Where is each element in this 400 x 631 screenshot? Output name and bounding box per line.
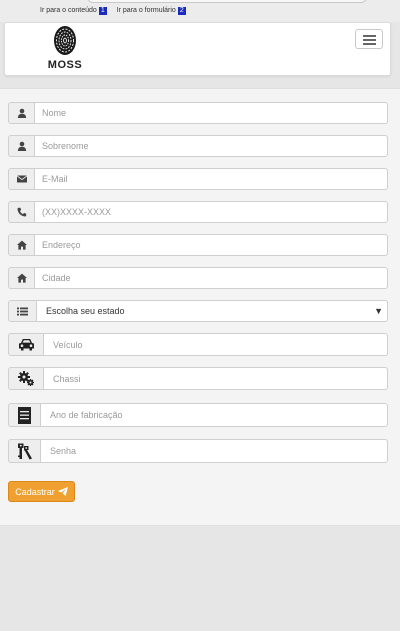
- email-group: [8, 168, 388, 190]
- site-header: MOSS: [4, 22, 391, 76]
- top-search-bar[interactable]: [87, 0, 367, 3]
- estado-selected-value: Escolha seu estado: [36, 300, 388, 322]
- senha-group: [8, 439, 388, 463]
- menu-bar-icon: [363, 35, 376, 37]
- sobrenome-input[interactable]: [34, 135, 388, 157]
- endereco-group: [8, 234, 388, 256]
- veiculo-group: [8, 333, 388, 356]
- nome-input[interactable]: [34, 102, 388, 124]
- paper-plane-icon: [57, 487, 68, 496]
- keys-icon: [8, 439, 40, 463]
- logo-text: MOSS: [47, 59, 83, 71]
- ano-fabricacao-input[interactable]: [40, 403, 388, 427]
- cadastrar-button[interactable]: Cadastrar: [8, 481, 75, 502]
- cidade-group: [8, 267, 388, 289]
- skip-form-key: 2: [177, 7, 186, 15]
- menu-bar-icon: [363, 43, 376, 45]
- nome-group: [8, 102, 388, 124]
- menu-bar-icon: [363, 39, 376, 41]
- skip-links: Ir para o conteúdo 1 Ir para o formulário…: [40, 7, 194, 15]
- estado-select[interactable]: Escolha seu estado ▼: [36, 300, 388, 322]
- envelope-icon: [8, 168, 34, 190]
- user-icon: [8, 135, 34, 157]
- telefone-input[interactable]: [34, 201, 388, 223]
- chevron-down-icon: ▼: [374, 306, 383, 316]
- car-icon: [8, 333, 43, 356]
- telefone-group: [8, 201, 388, 223]
- accessibility-bar: Ir para o conteúdo 1 Ir para o formulário…: [0, 0, 400, 22]
- cadastrar-label: Cadastrar: [15, 486, 55, 497]
- gears-icon: [8, 367, 43, 390]
- endereco-input[interactable]: [34, 234, 388, 256]
- list-icon: [8, 300, 36, 322]
- chassi-input[interactable]: [43, 367, 388, 390]
- sobrenome-group: [8, 135, 388, 157]
- home-icon: [8, 234, 34, 256]
- ano-group: [8, 403, 388, 427]
- home-icon: [8, 267, 34, 289]
- hamburger-menu-button[interactable]: [355, 29, 383, 49]
- fingerprint-logo-icon: [54, 26, 76, 55]
- skip-to-form-link[interactable]: Ir para o formulário 2: [117, 7, 186, 15]
- user-icon: [8, 102, 34, 124]
- calendar-icon: [8, 403, 40, 427]
- estado-group: Escolha seu estado ▼: [8, 300, 388, 322]
- email-input[interactable]: [34, 168, 388, 190]
- chassi-group: [8, 367, 388, 390]
- cidade-input[interactable]: [34, 267, 388, 289]
- logo[interactable]: MOSS: [45, 25, 85, 73]
- skip-content-key: 1: [98, 7, 107, 15]
- skip-to-content-link[interactable]: Ir para o conteúdo 1: [40, 7, 107, 15]
- phone-icon: [8, 201, 34, 223]
- veiculo-input[interactable]: [43, 333, 388, 356]
- senha-input[interactable]: [40, 439, 388, 463]
